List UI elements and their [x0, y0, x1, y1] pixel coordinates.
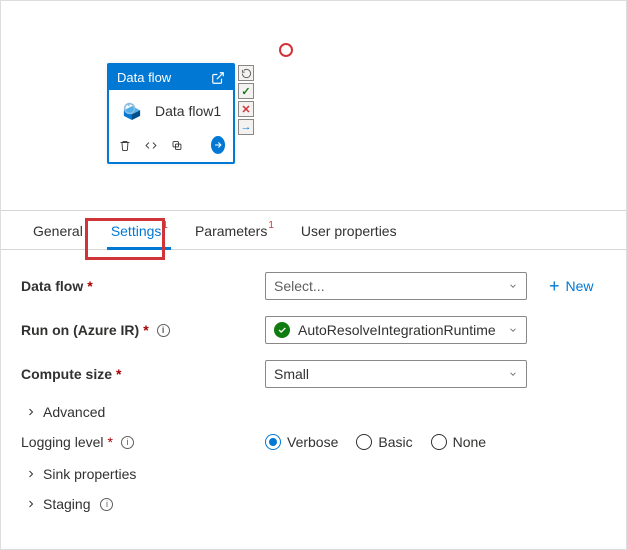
compute-size-select[interactable]: Small	[265, 360, 527, 388]
chevron-right-icon	[25, 498, 37, 510]
tab-user-properties[interactable]: User properties	[287, 211, 411, 249]
info-icon[interactable]: i	[121, 436, 134, 449]
delete-icon[interactable]	[119, 138, 131, 153]
new-dataflow-button[interactable]: + New	[549, 277, 594, 295]
status-ok-icon	[274, 322, 290, 338]
info-icon[interactable]: i	[100, 498, 113, 511]
dataflow-cube-icon	[119, 100, 145, 122]
run-on-select[interactable]: AutoResolveIntegrationRuntime	[265, 316, 527, 344]
chip-failure-icon[interactable]: ✕	[238, 101, 254, 117]
dataflow-activity-node[interactable]: Data flow Data flow1	[107, 63, 235, 164]
chevron-down-icon	[508, 369, 518, 379]
radio-none[interactable]: None	[431, 434, 486, 450]
chevron-right-icon	[25, 406, 37, 418]
settings-form: Data flow* Select... + New Run on (Azure…	[1, 250, 626, 522]
node-type-label: Data flow	[117, 70, 171, 85]
staging-expander[interactable]: Staging i	[25, 496, 604, 512]
node-header[interactable]: Data flow	[109, 65, 233, 90]
tab-general[interactable]: General	[19, 211, 97, 249]
chevron-down-icon	[508, 281, 518, 291]
tab-settings[interactable]: Settings1	[97, 211, 181, 249]
dataflow-select[interactable]: Select...	[265, 272, 527, 300]
compute-size-label: Compute size*	[21, 366, 265, 382]
chip-success-icon[interactable]: ✓	[238, 83, 254, 99]
sink-properties-expander[interactable]: Sink properties	[25, 466, 604, 482]
radio-verbose[interactable]: Verbose	[265, 434, 338, 450]
chip-skip-icon[interactable]	[238, 65, 254, 81]
error-count-badge: 1	[268, 220, 274, 231]
pipeline-canvas[interactable]: Data flow Data flow1	[1, 1, 626, 211]
node-footer	[109, 130, 233, 162]
copy-icon[interactable]	[171, 138, 183, 153]
logging-level-radios: Verbose Basic None	[265, 434, 486, 450]
dependency-chips: ✓ ✕ →	[238, 65, 254, 135]
info-icon[interactable]: i	[157, 324, 170, 337]
properties-tabs: General Settings1 Parameters1 User prope…	[1, 211, 626, 250]
node-body: Data flow1	[109, 90, 233, 130]
chevron-right-icon	[25, 468, 37, 480]
chip-completion-icon[interactable]: →	[238, 119, 254, 135]
chevron-down-icon	[508, 325, 518, 335]
run-arrow-icon[interactable]	[211, 136, 225, 154]
code-icon[interactable]	[145, 138, 157, 153]
logging-level-label: Logging level* i	[21, 434, 265, 450]
advanced-expander[interactable]: Advanced	[25, 404, 604, 420]
error-count-badge: 1	[162, 220, 168, 231]
open-external-icon[interactable]	[211, 71, 225, 85]
plus-icon: +	[549, 277, 560, 295]
node-title: Data flow1	[155, 103, 221, 119]
radio-basic[interactable]: Basic	[356, 434, 412, 450]
dataflow-label: Data flow*	[21, 278, 265, 294]
validation-marker	[279, 43, 293, 57]
tab-parameters[interactable]: Parameters1	[181, 211, 287, 249]
run-on-label: Run on (Azure IR)* i	[21, 322, 265, 338]
